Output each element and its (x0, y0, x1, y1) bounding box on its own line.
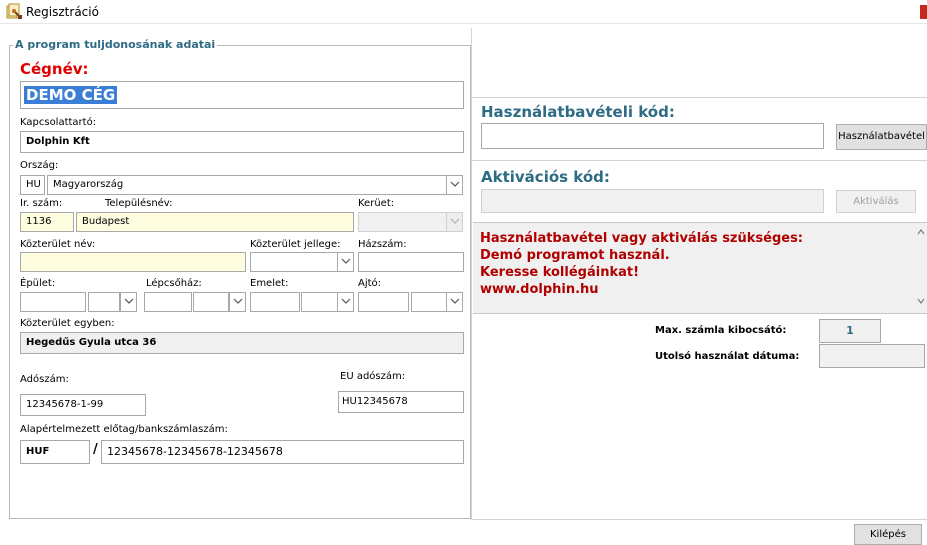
chevron-down-icon (341, 298, 351, 304)
door-select[interactable] (411, 292, 447, 312)
floor-label: Emelet: (250, 278, 289, 289)
country-label: Ország: (20, 160, 59, 171)
chevron-down-icon (450, 181, 460, 187)
street-type-dropdown-button[interactable] (337, 252, 354, 272)
chevron-down-icon (233, 298, 243, 304)
close-button[interactable] (920, 5, 927, 19)
usage-code-field[interactable] (481, 123, 824, 149)
district-field[interactable] (358, 212, 448, 232)
country-code-field[interactable]: HU (20, 175, 45, 195)
building-dropdown-button[interactable] (120, 292, 137, 312)
tax-number-field[interactable]: 12345678-1-99 (20, 394, 146, 416)
country-dropdown-button[interactable] (446, 175, 463, 195)
company-value: DEMO CÉG (24, 86, 118, 104)
chevron-down-icon (450, 298, 460, 304)
house-number-label: Házszám: (358, 239, 407, 250)
message-line-1: Használatbavétel vagy aktiválás szüksége… (480, 231, 804, 246)
usage-button[interactable]: Használatbavétel (836, 124, 927, 150)
door-label: Ajtó: (358, 278, 382, 289)
last-use-label: Utolsó használat dátuma: (655, 351, 800, 362)
message-line-4: www.dolphin.hu (480, 282, 599, 297)
staircase-label: Lépcsőház: (146, 278, 202, 289)
chevron-down-icon (341, 258, 351, 264)
eu-tax-number-field[interactable]: HU12345678 (338, 391, 464, 413)
contact-label: Kapcsolattartó: (20, 117, 97, 128)
app-icon (6, 3, 23, 20)
country-name-field[interactable]: Magyarország (47, 175, 447, 195)
street-type-label: Közterület jellege: (250, 239, 341, 250)
bank-account-field[interactable]: 12345678-12345678-12345678 (101, 440, 464, 464)
house-number-field[interactable] (358, 252, 464, 272)
eu-tax-number-label: EU adószám: (340, 371, 406, 382)
bank-separator: / (93, 442, 98, 457)
right-top-divider (472, 97, 927, 98)
company-label: Cégnév: (20, 60, 89, 78)
tax-number-label: Adószám: (20, 374, 69, 385)
zip-field[interactable]: 1136 (20, 212, 74, 232)
right-bottom-divider (472, 519, 927, 520)
staircase-select[interactable] (193, 292, 229, 312)
exit-button[interactable]: Kilépés (854, 524, 922, 545)
right-mid-divider (472, 160, 927, 161)
bank-prefix-field[interactable]: HUF (20, 440, 90, 464)
max-invoice-value: 1 (819, 319, 881, 343)
staircase-dropdown-button[interactable] (229, 292, 246, 312)
owner-data-group-title: A program tuljdonosának adatai (13, 38, 218, 51)
message-line-2: Demó programot használ. (480, 248, 670, 263)
usage-code-label: Használatbavételi kód: (481, 103, 675, 121)
street-label: Közterület név: (20, 239, 96, 250)
title-bar[interactable]: Regisztráció (0, 0, 927, 24)
city-field[interactable]: Budapest (76, 212, 354, 232)
floor-dropdown-button[interactable] (337, 292, 354, 312)
city-label: Településnév: (105, 198, 173, 209)
scroll-down-icon[interactable] (917, 298, 925, 304)
floor-select[interactable] (301, 292, 338, 312)
chevron-down-icon (124, 298, 134, 304)
street-field[interactable] (20, 252, 246, 272)
staircase-field[interactable] (144, 292, 192, 312)
zip-label: Ir. szám: (20, 198, 63, 209)
right-column-divider (471, 28, 472, 520)
company-field[interactable]: DEMO CÉG (20, 81, 464, 109)
bank-label: Alapértelmezett előtag/bankszámlaszám: (20, 424, 228, 435)
max-invoice-label: Max. számla kibocsátó: (655, 325, 787, 336)
last-use-value (819, 344, 925, 368)
door-field[interactable] (358, 292, 409, 312)
floor-field[interactable] (250, 292, 300, 312)
chevron-down-icon (450, 218, 460, 224)
street-together-label: Közterület egyben: (20, 318, 115, 329)
building-select[interactable] (88, 292, 120, 312)
activation-code-label: Aktivációs kód: (481, 168, 610, 186)
message-scrollbar[interactable] (915, 223, 927, 313)
contact-field[interactable]: Dolphin Kft (20, 131, 464, 153)
activation-code-field[interactable] (481, 189, 824, 213)
street-type-field[interactable] (250, 252, 338, 272)
message-line-3: Keresse kollégáinkat! (480, 265, 640, 280)
district-label: Kerüet: (358, 198, 395, 209)
building-label: Épület: (20, 278, 56, 289)
district-dropdown-button[interactable] (446, 212, 463, 232)
door-dropdown-button[interactable] (446, 292, 463, 312)
scroll-up-icon[interactable] (917, 229, 925, 235)
window-title: Regisztráció (26, 5, 99, 19)
street-together-field: Hegedűs Gyula utca 36 (20, 332, 464, 354)
activate-button[interactable]: Aktiválás (836, 190, 916, 213)
building-field[interactable] (20, 292, 86, 312)
message-panel: Használatbavétel vagy aktiválás szüksége… (473, 222, 927, 314)
